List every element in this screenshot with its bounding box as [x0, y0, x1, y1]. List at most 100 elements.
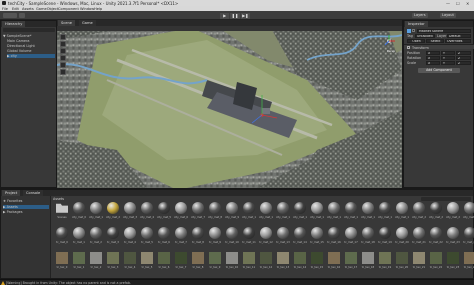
layer-dropdown[interactable]: Default: [447, 34, 471, 38]
asset-item[interactable]: city_mat_11: [259, 202, 273, 224]
layout-dropdown[interactable]: Layout: [440, 13, 456, 18]
menu-gameobject[interactable]: GameObject: [36, 7, 58, 11]
asset-item[interactable]: tc_mat_19: [378, 227, 392, 249]
asset-item[interactable]: tc_mat_9: [208, 227, 222, 249]
asset-item[interactable]: tc_mat_3: [106, 227, 120, 249]
tab-hierarchy[interactable]: Hierarchy: [2, 21, 26, 27]
position-x-field[interactable]: X: [426, 51, 440, 55]
position-y-field[interactable]: Y: [441, 51, 455, 55]
asset-item[interactable]: tc_mat_2: [89, 227, 103, 249]
asset-item[interactable]: tc_tex_11: [242, 252, 256, 274]
hierarchy-row-selected[interactable]: ▶ city: [7, 54, 55, 58]
scale-tool-icon[interactable]: [60, 55, 66, 61]
asset-item[interactable]: city_mat_9: [225, 202, 239, 224]
asset-item[interactable]: city_mat_7: [191, 202, 205, 224]
asset-item[interactable]: tc_mat_5: [140, 227, 154, 249]
scale-x-field[interactable]: X: [426, 61, 440, 65]
asset-item[interactable]: tc_tex_23: [446, 252, 460, 274]
asset-item[interactable]: tc_tex_6: [157, 252, 171, 274]
asset-item[interactable]: tc_tex_7: [174, 252, 188, 274]
asset-item[interactable]: city_mat_8: [208, 202, 222, 224]
move-tool-icon[interactable]: [60, 41, 66, 47]
asset-item[interactable]: tc_mat_4: [123, 227, 137, 249]
asset-item[interactable]: tc_mat_1: [72, 227, 86, 249]
minimize-button[interactable]: —: [446, 1, 450, 6]
asset-item[interactable]: city_mat_22: [446, 202, 460, 224]
asset-item[interactable]: tc_mat_22: [429, 227, 443, 249]
asset-item[interactable]: tc_mat_6: [157, 227, 171, 249]
asset-item[interactable]: tc_mat_7: [174, 227, 188, 249]
transform-tool-icon[interactable]: [60, 69, 66, 75]
layers-dropdown[interactable]: Layers: [412, 13, 428, 18]
asset-item[interactable]: tc_mat_20: [395, 227, 409, 249]
asset-item[interactable]: tc_tex_9: [208, 252, 222, 274]
hierarchy-row[interactable]: Directional Light: [7, 44, 35, 48]
maximize-button[interactable]: ☐: [456, 1, 460, 6]
breadcrumb[interactable]: Assets: [53, 197, 64, 201]
hierarchy-row-scene[interactable]: ▼ SampleScene*: [3, 34, 31, 38]
asset-item[interactable]: city_mat_23: [463, 202, 474, 224]
prefab-open-button[interactable]: Open: [407, 39, 425, 43]
position-z-field[interactable]: Z: [456, 51, 471, 55]
sidebar-item-assets[interactable]: ▶ Assets: [3, 205, 49, 209]
asset-item[interactable]: tc_tex_18: [361, 252, 375, 274]
asset-item[interactable]: tc_mat_13: [276, 227, 290, 249]
rotation-y-field[interactable]: Y: [441, 56, 455, 60]
hand-tool-icon[interactable]: [60, 34, 66, 40]
asset-item[interactable]: tc_tex_4: [123, 252, 137, 274]
asset-item[interactable]: tc_tex_16: [327, 252, 341, 274]
asset-item[interactable]: city_mat_21: [429, 202, 443, 224]
asset-item[interactable]: tc_mat_0: [55, 227, 69, 249]
hierarchy-row[interactable]: Global Volume: [7, 49, 32, 53]
play-button[interactable]: ▶: [220, 12, 230, 19]
project-search-input[interactable]: [421, 197, 471, 201]
asset-item[interactable]: city_mat_20: [412, 202, 426, 224]
object-name-field[interactable]: Magnet Sphere: [417, 28, 471, 33]
asset-item[interactable]: city_mat_13: [293, 202, 307, 224]
menu-component[interactable]: Component: [58, 7, 79, 11]
tab-inspector[interactable]: Inspector: [405, 21, 428, 27]
rotate-tool-icon[interactable]: [60, 48, 66, 54]
menu-help[interactable]: Help: [94, 7, 102, 11]
asset-item[interactable]: tc_tex_2: [89, 252, 103, 274]
asset-item[interactable]: city_mat_17: [361, 202, 375, 224]
asset-item[interactable]: city_mat_18: [378, 202, 392, 224]
prefab-select-button[interactable]: Select: [426, 39, 444, 43]
asset-item[interactable]: tc_tex_19: [378, 252, 392, 274]
account-button[interactable]: [3, 13, 17, 18]
scene-view[interactable]: Scene Game Persp: [57, 20, 402, 188]
hierarchy-search-input[interactable]: [3, 28, 55, 32]
asset-item[interactable]: tc_mat_21: [412, 227, 426, 249]
asset-item[interactable]: city_mat_5: [157, 202, 171, 224]
asset-item[interactable]: tc_tex_21: [412, 252, 426, 274]
cloud-icon[interactable]: [19, 13, 25, 18]
asset-item[interactable]: tc_tex_0: [55, 252, 69, 274]
asset-item[interactable]: tc_mat_24: [463, 227, 474, 249]
asset-item[interactable]: tc_tex_5: [140, 252, 154, 274]
asset-item[interactable]: city_mat_1: [89, 202, 103, 224]
step-button[interactable]: ▶❚: [240, 12, 250, 19]
asset-item[interactable]: tc_tex_17: [344, 252, 358, 274]
asset-item[interactable]: tc_mat_23: [446, 227, 460, 249]
asset-item[interactable]: tc_tex_24: [463, 252, 474, 274]
scene-gizmo[interactable]: [382, 34, 396, 48]
asset-item[interactable]: city_mat_19: [395, 202, 409, 224]
asset-item[interactable]: tc_tex_10: [225, 252, 239, 274]
tag-dropdown[interactable]: Untagged: [415, 34, 435, 38]
asset-item[interactable]: tc_tex_12: [259, 252, 273, 274]
active-checkbox[interactable]: [412, 29, 415, 32]
menu-edit[interactable]: Edit: [12, 7, 19, 11]
asset-item[interactable]: city_mat_2: [106, 202, 120, 224]
rect-tool-icon[interactable]: [60, 62, 66, 68]
menu-file[interactable]: File: [2, 7, 8, 11]
asset-item[interactable]: tc_tex_22: [429, 252, 443, 274]
sidebar-item-packages[interactable]: ▶ Packages: [3, 210, 23, 214]
rotation-z-field[interactable]: Z: [456, 56, 471, 60]
asset-item[interactable]: city_mat_15: [327, 202, 341, 224]
asset-item[interactable]: tc_tex_1: [72, 252, 86, 274]
scale-y-field[interactable]: Y: [441, 61, 455, 65]
close-button[interactable]: ✕: [466, 1, 469, 6]
asset-item[interactable]: tc_tex_13: [276, 252, 290, 274]
menu-window[interactable]: Window: [80, 7, 94, 11]
scale-z-field[interactable]: Z: [456, 61, 471, 65]
